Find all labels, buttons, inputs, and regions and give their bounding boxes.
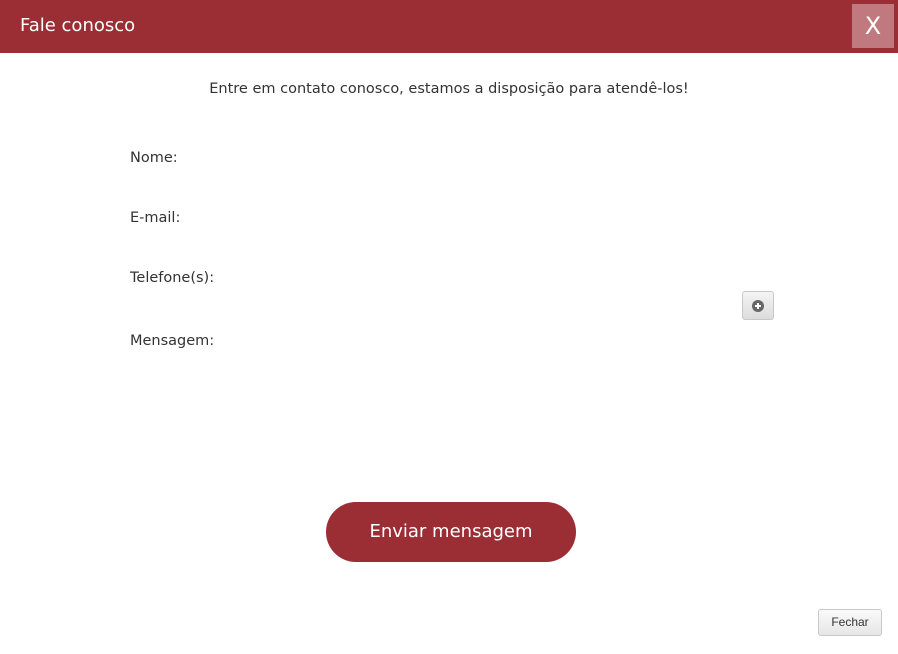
close-button[interactable]: X [852,4,894,48]
message-label: Mensagem: [130,333,215,349]
email-input[interactable] [240,208,730,228]
send-message-button[interactable]: Enviar mensagem [326,502,576,562]
name-label: Nome: [130,150,178,166]
message-textarea[interactable] [240,332,774,452]
dialog-title: Fale conosco [20,15,136,36]
phone-label: Telefone(s): [130,270,215,286]
email-label: E-mail: [130,210,181,226]
dialog-header: Fale conosco X [0,0,898,53]
intro-text: Entre em contato conosco, estamos a disp… [209,81,689,97]
close-footer-button[interactable]: Fechar [818,609,882,636]
plus-circle-icon [752,300,764,312]
add-phone-button[interactable] [742,291,774,320]
phone-input[interactable] [240,268,730,288]
name-input[interactable] [240,148,730,168]
